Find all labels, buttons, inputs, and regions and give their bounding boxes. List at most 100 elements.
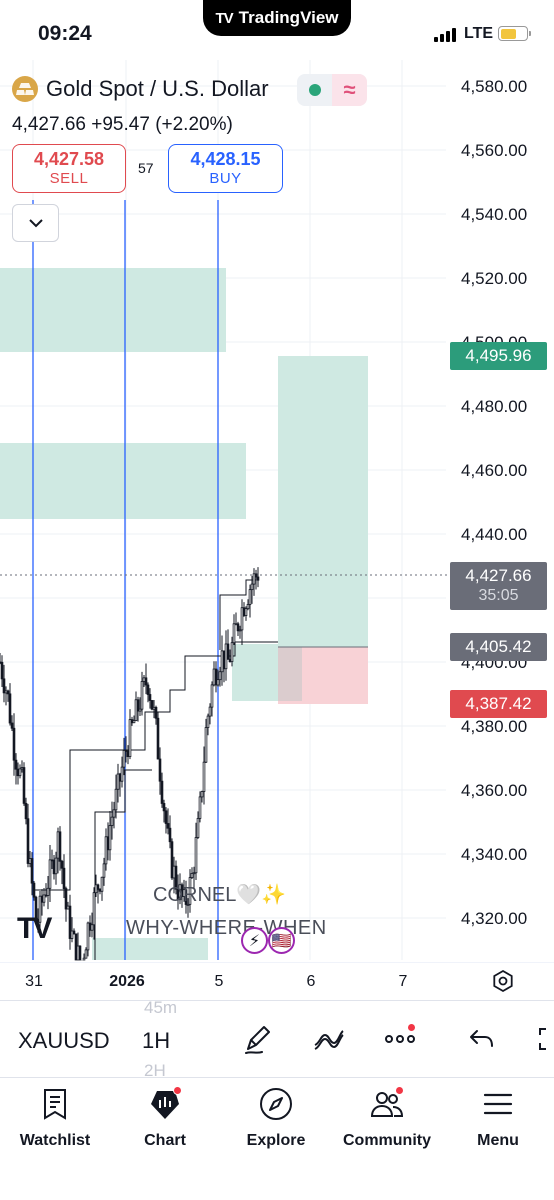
candle-body — [12, 727, 16, 761]
candle-body — [8, 693, 12, 724]
price-axis-label: 4,360.00 — [461, 781, 527, 800]
candle-body — [114, 788, 118, 811]
pen-drawing-icon[interactable] — [240, 1021, 276, 1057]
candle-body — [240, 607, 244, 631]
symbol-title: Gold Spot / U.S. Dollar — [46, 76, 269, 101]
candle-body — [138, 708, 142, 712]
candle-body — [0, 661, 4, 680]
price-axis-label: 4,560.00 — [461, 141, 527, 160]
candle-body — [156, 717, 160, 760]
candle-body — [194, 837, 198, 874]
symbol-selector[interactable]: XAUUSD — [18, 1028, 110, 1054]
price-axis-label: 4,440.00 — [461, 525, 527, 544]
interval-option-above[interactable]: 45m — [144, 998, 177, 1018]
collapse-button[interactable] — [12, 204, 59, 242]
buy-button[interactable]: 4,428.15 BUY — [168, 144, 283, 193]
candle-body — [220, 650, 224, 673]
candle-body — [28, 858, 32, 864]
candle-body — [102, 863, 106, 878]
candle-body — [4, 690, 8, 694]
nav-label: Chart — [144, 1132, 186, 1149]
stop-price-tag: 4,387.42 — [450, 690, 547, 718]
candle-body — [86, 922, 90, 951]
candle-body — [230, 642, 234, 663]
candle-body — [226, 643, 230, 660]
candle-body — [50, 859, 54, 862]
candle-body — [98, 888, 102, 892]
buy-label: BUY — [209, 169, 242, 187]
nav-chart[interactable]: Chart — [110, 1086, 220, 1150]
fullscreen-icon[interactable] — [532, 1021, 554, 1057]
candle-body — [148, 694, 152, 701]
chart-settings-icon[interactable] — [490, 968, 516, 994]
candle-body — [18, 768, 22, 777]
us-flag-badge-icon[interactable]: 🇺🇸 — [268, 927, 295, 954]
price-axis: 4,580.004,560.004,540.004,520.004,500.00… — [461, 77, 527, 928]
candle-body — [90, 924, 94, 931]
hamburger-menu-icon — [483, 1093, 513, 1115]
price-axis-label: 4,580.00 — [461, 77, 527, 96]
interval-selector[interactable]: 1H — [142, 1028, 170, 1054]
candle-body — [110, 816, 114, 826]
market-status-chip[interactable]: ≈ — [297, 74, 367, 106]
candle-body — [62, 867, 66, 889]
nav-watchlist[interactable]: Watchlist — [0, 1086, 110, 1150]
demand-zone-middle — [0, 443, 246, 519]
candle-body — [238, 629, 242, 632]
demand-zone-upper — [0, 268, 226, 352]
candle-body — [164, 810, 168, 824]
candle-body — [146, 684, 150, 695]
sell-button[interactable]: 4,427.58 SELL — [12, 144, 126, 193]
candle-body — [100, 876, 104, 892]
candle-body — [124, 750, 128, 752]
time-axis[interactable]: 31 2026 5 6 7 — [0, 962, 554, 1000]
nav-label: Explore — [246, 1132, 306, 1149]
candle-body — [204, 727, 208, 763]
nav-explore[interactable]: Explore — [221, 1086, 331, 1150]
candle-body — [222, 650, 226, 670]
candle-body — [94, 884, 98, 894]
candle-body — [122, 750, 126, 768]
candle-body — [216, 679, 220, 686]
chart-toolbar: XAUUSD 45m 1H 2H — [0, 998, 554, 1080]
candle-body — [242, 607, 246, 617]
candle-body — [154, 706, 158, 719]
nav-menu[interactable]: Menu — [443, 1086, 553, 1150]
symbol-header[interactable]: Gold Spot / U.S. Dollar — [12, 76, 269, 102]
candle-body — [202, 761, 206, 792]
time-tick: 5 — [214, 973, 224, 990]
candle-body — [168, 827, 172, 843]
candle-body — [234, 623, 238, 626]
price-axis-label: 4,520.00 — [461, 269, 527, 288]
watermark-line-1: CORNEL🤍✨ — [153, 884, 287, 906]
candle-body — [196, 817, 200, 838]
candle-body — [58, 831, 62, 862]
candle-body — [68, 905, 72, 939]
candle-body — [78, 945, 82, 961]
undo-icon[interactable] — [465, 1021, 501, 1057]
position-overlap — [278, 647, 302, 701]
bar-countdown: 35:05 — [478, 587, 519, 604]
candle-body — [108, 825, 112, 851]
candle-body — [166, 823, 170, 829]
candle-body — [210, 684, 214, 708]
candle-body — [218, 671, 222, 681]
candle-body — [116, 773, 120, 790]
candle-body — [104, 836, 108, 865]
candle-body — [170, 841, 174, 879]
indicators-icon[interactable] — [311, 1021, 347, 1057]
candle-body — [40, 895, 44, 903]
candle-body — [160, 780, 164, 804]
target-price-tag: 4,495.96 — [450, 342, 547, 370]
candle-body — [152, 706, 156, 710]
nav-community[interactable]: Community — [332, 1086, 442, 1150]
candle-body — [52, 859, 56, 875]
candle-body — [118, 773, 122, 782]
price-axis-label: 4,340.00 — [461, 845, 527, 864]
gold-bars-icon — [12, 76, 38, 102]
price-axis-label: 4,540.00 — [461, 205, 527, 224]
candle-body — [134, 699, 138, 721]
candle-body — [212, 668, 216, 686]
tradingview-watermark-icon: TV — [17, 912, 52, 945]
lightning-badge-icon[interactable]: ⚡ — [241, 927, 268, 954]
